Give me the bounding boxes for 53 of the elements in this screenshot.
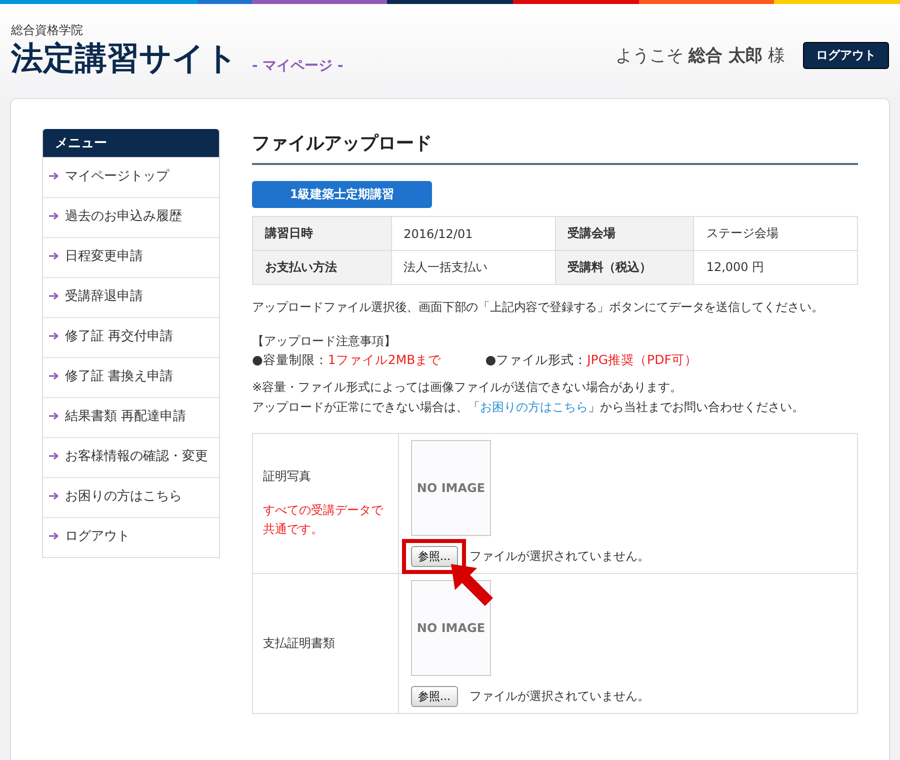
- arrow-icon: [49, 412, 59, 420]
- upload-label: 支払証明書類: [263, 635, 336, 652]
- arrow-icon: [49, 532, 59, 540]
- browse-button[interactable]: 参照...: [411, 546, 458, 567]
- site-title: 法定講習サイト: [11, 39, 238, 77]
- arrow-icon: [49, 332, 59, 340]
- menu-item[interactable]: 過去のお申込み履歴: [43, 197, 219, 237]
- course-badge: 1級建築士定期講習: [252, 181, 432, 208]
- logout-button[interactable]: ログアウト: [803, 42, 889, 69]
- page-title: ファイルアップロード: [252, 129, 858, 165]
- limit-text: ●ファイル形式：JPG推奨（PDF可）: [485, 351, 698, 369]
- file-status: ファイルが選択されていません。: [470, 688, 650, 705]
- welcome-text: ようこそ 総合 太郎 様: [615, 45, 785, 67]
- arrow-icon: [49, 172, 59, 180]
- arrow-icon: [49, 372, 59, 380]
- table-cell: 12,000 円: [694, 250, 858, 284]
- instruction-text: アップロードファイル選択後、画面下部の「上記内容で登録する」ボタンにてデータを送信してください。: [252, 299, 824, 316]
- warning-text: ※容量・ファイル形式によっては画像ファイルが送信できない場合があります。: [252, 379, 684, 396]
- menu-item[interactable]: お客様情報の確認・変更: [43, 437, 219, 477]
- org-name: 総合資格学院: [11, 22, 84, 39]
- menu-item[interactable]: 日程変更申請: [43, 237, 219, 277]
- limit-text: ●容量制限：1ファイル2MBまで: [252, 351, 442, 369]
- table-header-cell: 受講会場: [555, 216, 694, 250]
- table-header-cell: お支払い方法: [252, 250, 392, 284]
- table-header-cell: 受講料（税込）: [555, 250, 694, 284]
- file-status: ファイルが選択されていません。: [470, 548, 650, 565]
- help-link[interactable]: お困りの方はこちら: [480, 400, 588, 414]
- menu-item[interactable]: お困りの方はこちら: [43, 477, 219, 517]
- menu-title: メニュー: [43, 129, 219, 157]
- menu-item[interactable]: ログアウト: [43, 517, 219, 557]
- menu-item[interactable]: 修了証 書換え申請: [43, 357, 219, 397]
- image-preview: NO IMAGE: [411, 440, 491, 536]
- notes-title: 【アップロード注意事項】: [252, 333, 397, 350]
- site-subtitle: - マイページ -: [252, 57, 344, 75]
- table-cell: ステージ会場: [694, 216, 858, 250]
- menu-item[interactable]: マイページトップ: [43, 157, 219, 197]
- upload-label: 証明写真: [263, 468, 312, 485]
- menu-item[interactable]: 受講辞退申請: [43, 277, 219, 317]
- arrow-icon: [49, 452, 59, 460]
- table-header-cell: 講習日時: [252, 216, 392, 250]
- pointer-arrow: [449, 562, 495, 608]
- arrow-icon: [49, 252, 59, 260]
- browse-button[interactable]: 参照...: [411, 686, 458, 707]
- table-cell: 法人一括支払い: [391, 250, 556, 284]
- menu-item[interactable]: 修了証 再交付申請: [43, 317, 219, 357]
- upload-note: すべての受講データで共通です。: [263, 502, 384, 538]
- arrow-icon: [49, 212, 59, 220]
- menu-item[interactable]: 結果書類 再配達申請: [43, 397, 219, 437]
- table-cell: 2016/12/01: [391, 216, 556, 250]
- image-preview: NO IMAGE: [411, 580, 491, 676]
- arrow-icon: [49, 292, 59, 300]
- arrow-icon: [49, 492, 59, 500]
- help-text: アップロードが正常にできない場合は、「お困りの方はこちら」から当社までお問い合わせください。: [252, 399, 805, 416]
